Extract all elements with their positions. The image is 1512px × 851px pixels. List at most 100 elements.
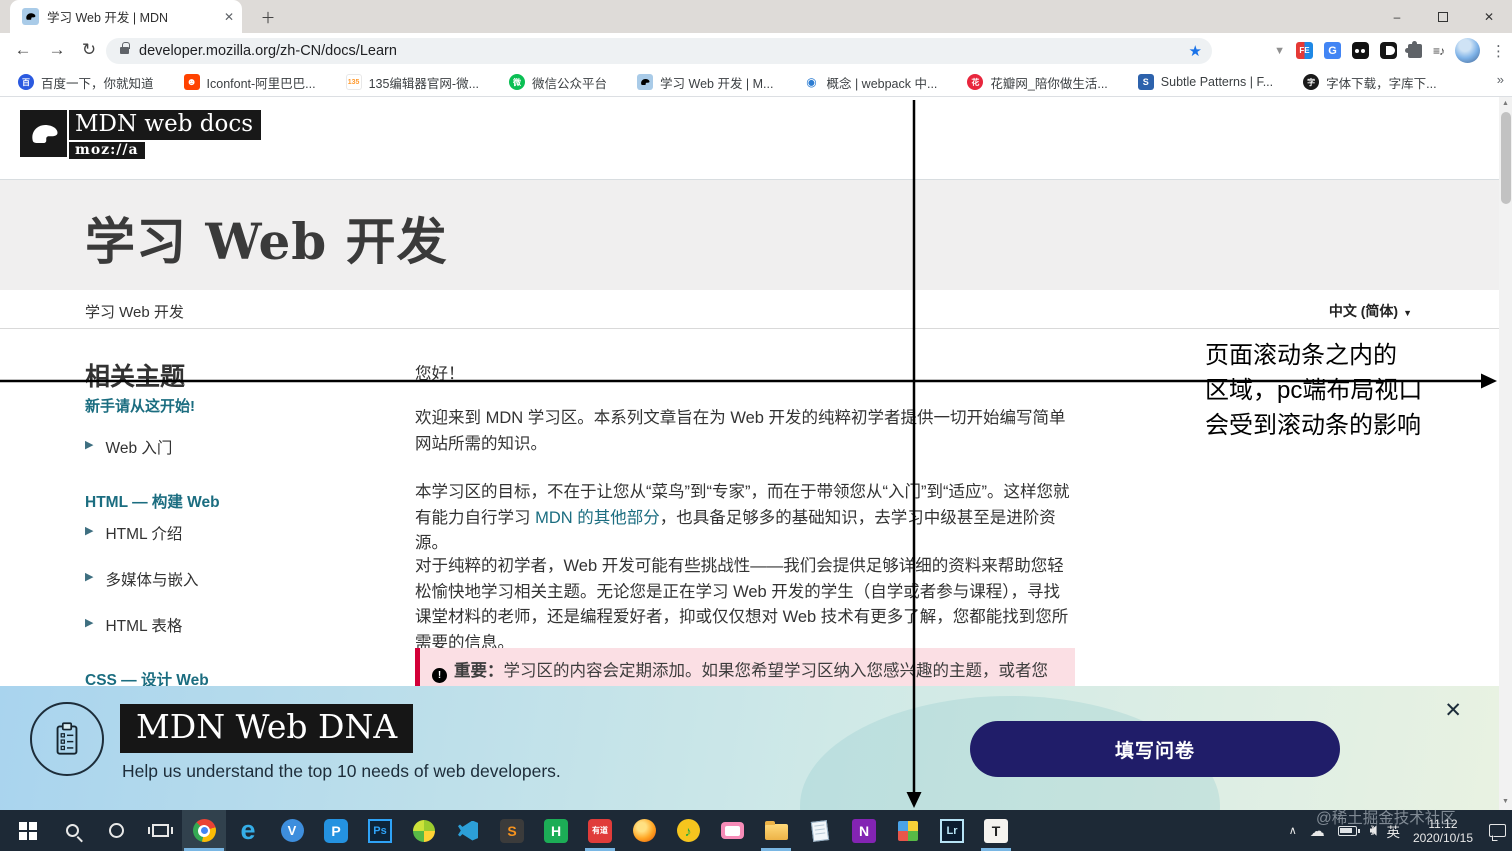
taskbar-app-grid-app[interactable]	[886, 810, 930, 851]
url-text[interactable]: developer.mozilla.org/zh-CN/docs/Learn	[139, 43, 1181, 59]
sidebar-item[interactable]: ▶ Web 入门	[85, 436, 385, 482]
extension-darkreader-icon[interactable]	[1351, 42, 1369, 59]
sidebar-item[interactable]: HTML — 构建 Web	[85, 482, 385, 522]
extensions-puzzle-icon[interactable]	[1404, 40, 1422, 58]
media-list-icon[interactable]: ≡♪	[1433, 44, 1445, 58]
clipboard-icon	[30, 702, 104, 776]
page-scrollbar[interactable]: ▲ ▼	[1499, 97, 1512, 810]
extension-fe-icon[interactable]: FE	[1295, 42, 1313, 59]
onedrive-cloud-icon[interactable]: ☁	[1310, 822, 1325, 840]
window-close-button[interactable]: ✕	[1466, 0, 1512, 33]
window-maximize-button[interactable]	[1420, 0, 1466, 33]
survey-banner: MDN Web DNA Help us understand the top 1…	[0, 686, 1512, 810]
taskbar-app-pinwheel-app[interactable]	[402, 810, 446, 851]
taskbar-app-firefox[interactable]	[622, 810, 666, 851]
taskbar-app-notepad[interactable]	[798, 810, 842, 851]
taskbar-app-start[interactable]	[6, 810, 50, 851]
taskbar-app-file-explorer[interactable]	[754, 810, 798, 851]
sidebar-item[interactable]: ▶ HTML 介绍	[85, 522, 385, 568]
bilibili-icon	[720, 822, 744, 839]
triangle-expand-icon[interactable]: ▶	[85, 522, 93, 537]
scrollbar-thumb[interactable]	[1500, 112, 1511, 204]
bookmark-item[interactable]: 花花瓣网_陪你做生活...	[967, 73, 1108, 92]
banner-close-icon[interactable]: ✕	[1444, 698, 1462, 723]
sidebar-item[interactable]: ▶ 多媒体与嵌入	[85, 568, 385, 614]
taskbar-app-edge[interactable]: e	[226, 810, 270, 851]
breadcrumb[interactable]: 学习 Web 开发	[85, 301, 184, 322]
system-tray: ∧ ☁ )) 英 11:12 2020/10/15	[1289, 810, 1506, 851]
mdn-other-parts-link[interactable]: MDN 的其他部分	[535, 509, 660, 527]
sidebar-item[interactable]: ▶ HTML 表格	[85, 614, 385, 660]
browser-menu-icon[interactable]: ⋮	[1491, 42, 1506, 60]
extension-dark-icon[interactable]	[1379, 42, 1397, 59]
back-button[interactable]: ←	[10, 40, 36, 60]
locale-switcher[interactable]: 中文 (简体) ▼	[1329, 301, 1412, 321]
profile-avatar[interactable]	[1455, 38, 1480, 63]
bookmark-item[interactable]: 135 135编辑器官网-微...	[345, 73, 479, 92]
bookmark-label: 字体下载，字库下...	[1326, 76, 1437, 91]
taskbar-app-qq-music[interactable]: ♪	[666, 810, 710, 851]
bookmarks-overflow-icon[interactable]: »	[1497, 72, 1504, 87]
scroll-up-arrow[interactable]: ▲	[1499, 97, 1512, 110]
taskbar-app-youdao[interactable]: 有道	[578, 810, 622, 851]
taskbar-app-chrome[interactable]	[182, 810, 226, 851]
extension-translate-icon[interactable]: G	[1323, 42, 1341, 59]
triangle-expand-icon[interactable]: ▶	[85, 436, 93, 451]
bookmark-star-icon[interactable]: ★	[1189, 42, 1202, 60]
taskbar-app-task-view[interactable]	[138, 810, 182, 851]
sublime-icon: S	[500, 818, 524, 843]
tab-close-icon[interactable]: ✕	[224, 10, 234, 24]
volume-icon[interactable]: ))	[1369, 825, 1377, 836]
scroll-down-arrow[interactable]: ▼	[1499, 795, 1512, 808]
mdn-logo[interactable]: MDN web docs moz://a	[20, 110, 262, 159]
taskbar-app-bilibili[interactable]	[710, 810, 754, 851]
taskbar-app-p-app[interactable]: P	[314, 810, 358, 851]
sidebar-item-label: Web 入门	[105, 440, 173, 457]
clock-time: 11:12	[1428, 816, 1458, 831]
survey-button[interactable]: 填写问卷	[970, 721, 1340, 777]
new-tab-button[interactable]: ＋	[258, 7, 278, 28]
taskbar-app-typora[interactable]: T	[974, 810, 1018, 851]
cortana-icon	[108, 823, 124, 838]
bookmark-item[interactable]: ☻ Iconfont-阿里巴巴...	[183, 73, 316, 92]
extension-chevron-icon[interactable]: ▼	[1274, 45, 1285, 57]
grid-app-icon	[898, 820, 918, 841]
bookmark-item[interactable]: S Subtle Patterns | F...	[1137, 74, 1273, 90]
lock-icon[interactable]	[120, 42, 130, 54]
battery-icon[interactable]	[1337, 825, 1360, 836]
bookmark-favicon: 微	[509, 74, 526, 90]
bookmark-item[interactable]: 微微信公众平台	[509, 73, 607, 92]
bookmark-favicon: ☻	[183, 74, 200, 90]
mdn-logo-title: MDN web docs	[69, 110, 262, 140]
chrome-icon	[192, 819, 216, 842]
bookmark-item[interactable]: 百百度一下，你就知道	[18, 73, 154, 92]
bookmark-item[interactable]: 字字体下载，字库下...	[1303, 73, 1437, 92]
paragraph-1: 欢迎来到 MDN 学习区。本系列文章旨在为 Web 开发的纯粹初学者提供一切开始…	[415, 409, 1066, 453]
taskbar-app-cortana[interactable]	[94, 810, 138, 851]
bookmark-favicon: 百	[18, 74, 34, 90]
taskbar-app-vscode[interactable]	[446, 810, 490, 851]
browser-tab[interactable]: 学习 Web 开发 | MDN ✕	[10, 0, 242, 33]
youdao-icon: 有道	[588, 818, 612, 843]
taskbar-app-photoshop[interactable]: Ps	[358, 810, 402, 851]
taskbar-app-sublime[interactable]: S	[490, 810, 534, 851]
sidebar-item[interactable]: 新手请从这开始!	[85, 395, 385, 436]
taskbar-app-v-app[interactable]: V	[270, 810, 314, 851]
taskbar-app-search[interactable]	[50, 810, 94, 851]
bookmark-item[interactable]: ◉ 概念 | webpack 中...	[803, 73, 937, 92]
triangle-expand-icon[interactable]: ▶	[85, 614, 93, 629]
bookmark-label: 概念 | webpack 中...	[826, 76, 938, 91]
input-method-indicator[interactable]: 英	[1386, 821, 1400, 841]
address-bar[interactable]: developer.mozilla.org/zh-CN/docs/Learn ★	[106, 37, 1212, 64]
action-center-icon[interactable]	[1489, 824, 1506, 837]
tray-expand-icon[interactable]: ∧	[1289, 824, 1297, 837]
reload-button[interactable]: ↻	[76, 40, 102, 60]
taskbar-app-onenote[interactable]: N	[842, 810, 886, 851]
taskbar-clock[interactable]: 11:12 2020/10/15	[1413, 817, 1473, 845]
window-minimize-button[interactable]: –	[1374, 0, 1420, 33]
taskbar-app-lightroom[interactable]: Lr	[930, 810, 974, 851]
taskbar-app-hbuilder[interactable]: H	[534, 810, 578, 851]
bookmark-item[interactable]: 学习 Web 开发 | M...	[637, 73, 773, 92]
triangle-expand-icon[interactable]: ▶	[85, 568, 93, 583]
forward-button[interactable]: →	[44, 40, 70, 60]
